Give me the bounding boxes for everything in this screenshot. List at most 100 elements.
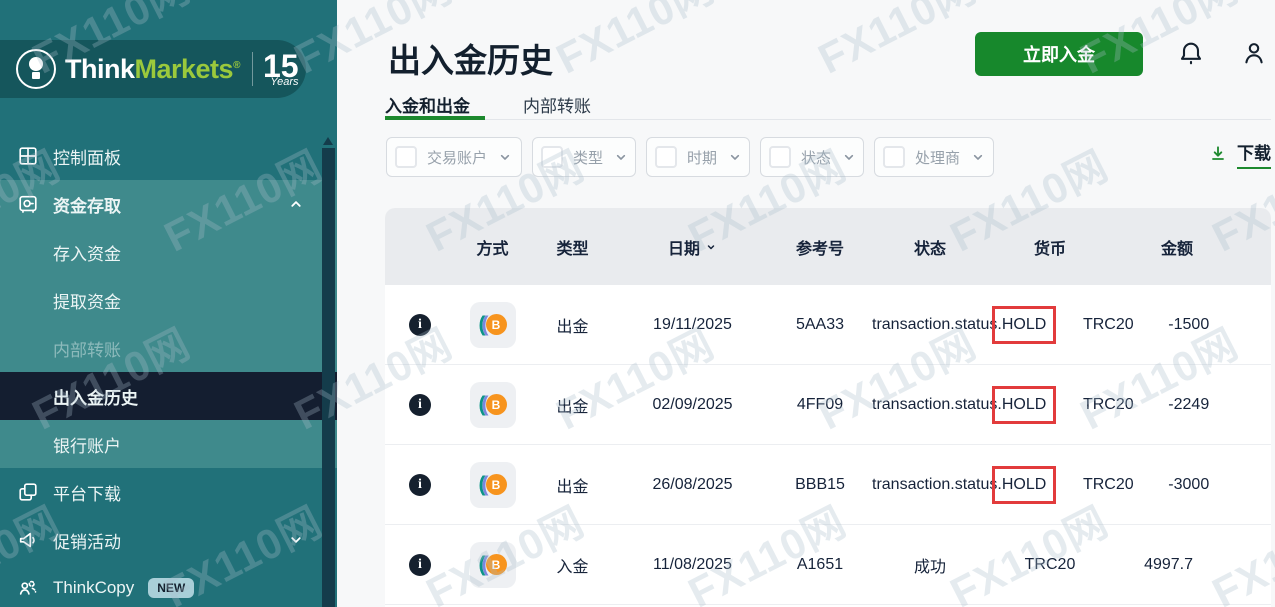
active-tab-underline bbox=[385, 116, 485, 120]
filter-checkbox[interactable] bbox=[769, 146, 791, 168]
notifications-button[interactable] bbox=[1176, 39, 1206, 69]
people-icon bbox=[16, 576, 40, 600]
info-icon[interactable]: i bbox=[409, 474, 431, 496]
currency-cell: TRC20 bbox=[1048, 476, 1168, 494]
sidebar-scrollbar[interactable] bbox=[322, 148, 335, 607]
amount-cell: -1500 bbox=[1168, 316, 1271, 334]
logo-divider bbox=[252, 52, 253, 86]
page-title: 出入金历史 bbox=[388, 34, 553, 82]
amount-cell: 4997.7 bbox=[1110, 556, 1271, 574]
sidebar-item-bank-accounts[interactable]: 银行账户 bbox=[0, 420, 337, 468]
megaphone-icon bbox=[16, 528, 40, 552]
filter-processor[interactable]: 处理商 bbox=[874, 137, 994, 177]
info-icon[interactable]: i bbox=[409, 554, 431, 576]
person-icon bbox=[1240, 39, 1268, 67]
type-cell: 入金 bbox=[530, 553, 615, 577]
tab-internal-transfer[interactable]: 内部转账 bbox=[523, 92, 591, 117]
fx110-watermark: FX110网 bbox=[806, 0, 985, 86]
amount-cell: -3000 bbox=[1168, 476, 1271, 494]
filter-checkbox[interactable] bbox=[541, 146, 563, 168]
sidebar-nav: 控制面板 资金存取 存入资金 提取资金 内部转账 出入金历史 银行账户 平台下载… bbox=[0, 132, 337, 607]
sidebar-item-label: 存入资金 bbox=[53, 240, 121, 265]
sidebar-item-internal-transfer: 内部转账 bbox=[0, 324, 337, 372]
filter-checkbox[interactable] bbox=[395, 146, 417, 168]
bitcoin-icon: B bbox=[486, 474, 507, 495]
date-cell: 02/09/2025 bbox=[615, 396, 770, 414]
platform-icon bbox=[16, 480, 40, 504]
sidebar-item-dashboard[interactable]: 控制面板 bbox=[0, 132, 337, 180]
download-button[interactable]: 下载 bbox=[1208, 139, 1271, 169]
crypto-method-icon: ((B bbox=[470, 462, 516, 508]
sidebar-item-deposit-funds[interactable]: 存入资金 bbox=[0, 228, 337, 276]
filter-label: 交易账户 bbox=[427, 147, 487, 168]
sort-chevron-icon bbox=[705, 241, 717, 253]
filter-status[interactable]: 状态 bbox=[760, 137, 864, 177]
chevron-down-icon bbox=[970, 149, 986, 165]
table-row[interactable]: i ((B 出金 02/09/2025 4FF09 transaction.st… bbox=[385, 365, 1271, 445]
sidebar-item-thinkcopy[interactable]: ThinkCopy NEW bbox=[0, 564, 337, 607]
sidebar-item-label: 出入金历史 bbox=[53, 384, 138, 409]
chevron-down-icon bbox=[497, 149, 513, 165]
column-header-ref: 参考号 bbox=[770, 235, 870, 259]
chevron-down-icon bbox=[727, 149, 743, 165]
chevron-down-icon bbox=[613, 149, 629, 165]
sidebar-item-label: 促销活动 bbox=[53, 528, 121, 553]
sidebar-item-withdraw-funds[interactable]: 提取资金 bbox=[0, 276, 337, 324]
column-header-type: 类型 bbox=[530, 235, 615, 259]
bitcoin-icon: B bbox=[486, 394, 507, 415]
bitcoin-icon: B bbox=[486, 314, 507, 335]
column-header-date[interactable]: 日期 bbox=[615, 235, 770, 259]
date-cell: 11/08/2025 bbox=[615, 556, 770, 574]
reference-cell: 4FF09 bbox=[770, 396, 870, 414]
type-cell: 出金 bbox=[530, 393, 615, 417]
deposit-now-button[interactable]: 立即入金 bbox=[975, 32, 1143, 76]
chevron-up-icon bbox=[287, 195, 305, 213]
crypto-method-icon: ((B bbox=[470, 542, 516, 588]
account-button[interactable] bbox=[1239, 39, 1269, 69]
amount-cell: -2249 bbox=[1168, 396, 1271, 414]
reference-cell: A1651 bbox=[770, 556, 870, 574]
logo[interactable]: ThinkMarkets® 15 Years bbox=[0, 40, 306, 98]
info-icon[interactable]: i bbox=[409, 314, 431, 336]
crypto-method-icon: ((B bbox=[470, 302, 516, 348]
sidebar-item-label: 银行账户 bbox=[53, 432, 121, 457]
filter-type[interactable]: 类型 bbox=[532, 137, 636, 177]
bell-icon bbox=[1177, 39, 1205, 67]
filter-label: 类型 bbox=[573, 147, 603, 168]
scrollbar-up-arrow[interactable] bbox=[323, 137, 333, 145]
download-icon bbox=[1208, 144, 1228, 164]
sidebar-item-label: 平台下载 bbox=[53, 480, 121, 505]
tabs-divider bbox=[385, 119, 1271, 120]
crypto-method-icon: ((B bbox=[470, 382, 516, 428]
sidebar-item-label: 提取资金 bbox=[53, 288, 121, 313]
sidebar-item-label: 控制面板 bbox=[53, 144, 121, 169]
info-icon[interactable]: i bbox=[409, 394, 431, 416]
thinkmarkets-bulb-icon bbox=[16, 49, 56, 89]
status-cell: transaction.status.HOLD bbox=[870, 316, 1048, 334]
date-cell: 19/11/2025 bbox=[615, 316, 770, 334]
sidebar-item-label: 内部转账 bbox=[53, 336, 121, 361]
logo-wordmark: ThinkMarkets® bbox=[65, 54, 240, 85]
filter-checkbox[interactable] bbox=[883, 146, 905, 168]
chevron-down-icon bbox=[287, 531, 305, 549]
filter-trading-account[interactable]: 交易账户 bbox=[386, 137, 522, 177]
sidebar-item-platform-download[interactable]: 平台下载 bbox=[0, 468, 337, 516]
table-row[interactable]: i ((B 入金 11/08/2025 A1651 成功 TRC20 4997.… bbox=[385, 525, 1271, 605]
tab-deposits-withdrawals[interactable]: 入金和出金 bbox=[385, 92, 470, 117]
table-row[interactable]: i ((B 出金 26/08/2025 BBB15 transaction.st… bbox=[385, 445, 1271, 525]
filter-label: 时期 bbox=[687, 147, 717, 168]
sidebar: ThinkMarkets® 15 Years 控制面板 资金存取 存入资金 提取… bbox=[0, 0, 337, 607]
hold-annotation-box: HOLD bbox=[1002, 316, 1046, 334]
filter-checkbox[interactable] bbox=[655, 146, 677, 168]
table-header-row: 方式类型日期参考号状态货币金额 bbox=[385, 208, 1271, 285]
filter-period[interactable]: 时期 bbox=[646, 137, 750, 177]
sidebar-item-promotions[interactable]: 促销活动 bbox=[0, 516, 337, 564]
column-header-amount: 金额 bbox=[1110, 235, 1271, 259]
table-row[interactable]: i ((B 出金 19/11/2025 5AA33 transaction.st… bbox=[385, 285, 1271, 365]
new-badge: NEW bbox=[148, 578, 194, 598]
status-cell: transaction.status.HOLD bbox=[870, 396, 1048, 414]
sidebar-item-transaction-history[interactable]: 出入金历史 bbox=[0, 372, 337, 420]
anniversary-badge: 15 Years bbox=[263, 50, 305, 88]
sidebar-item-funds-access[interactable]: 资金存取 bbox=[0, 180, 337, 228]
dashboard-icon bbox=[16, 144, 40, 168]
